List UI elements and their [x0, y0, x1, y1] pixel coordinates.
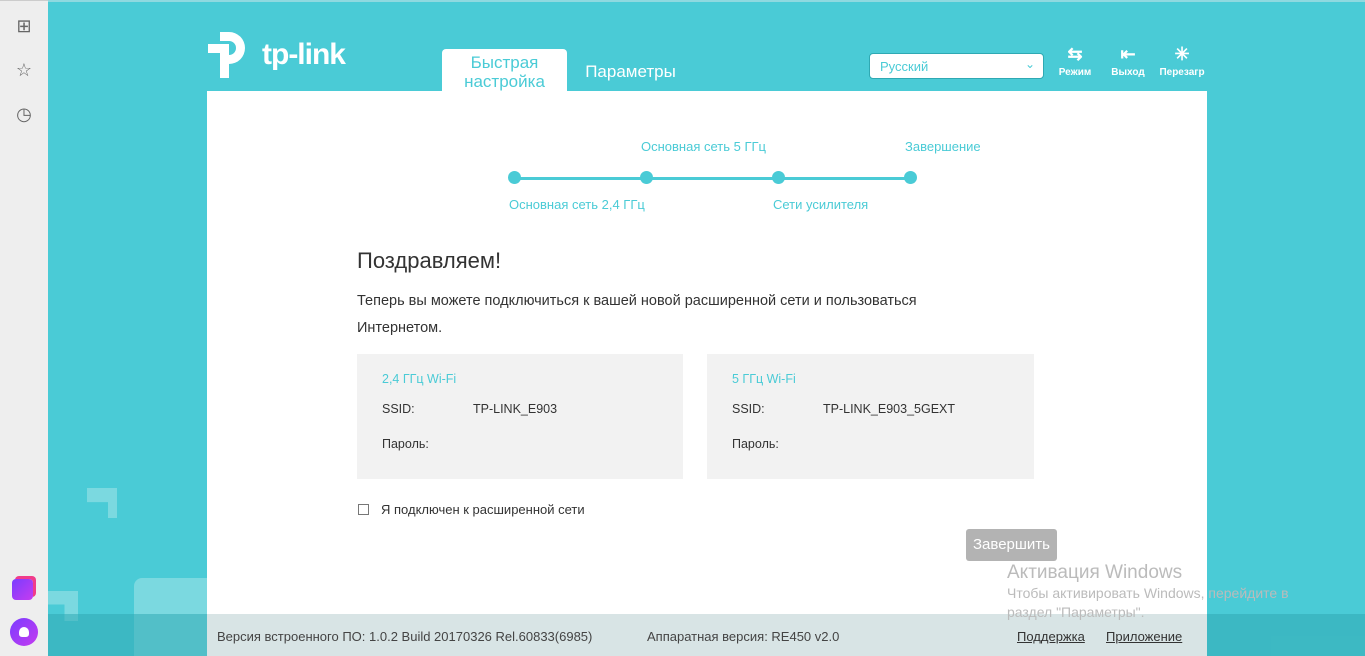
checkbox-label: Я подключен к расширенной сети	[381, 502, 585, 517]
ssid-label: SSID:	[382, 402, 415, 416]
checkbox-box[interactable]	[358, 504, 369, 515]
step-label: Завершение	[905, 139, 981, 154]
card-title: 5 ГГц Wi-Fi	[732, 372, 796, 386]
ssid-label: SSID:	[732, 402, 765, 416]
apps-grid-icon[interactable]: ⊞	[13, 15, 35, 37]
connected-checkbox[interactable]: Я подключен к расширенной сети	[358, 502, 585, 517]
logout-button[interactable]: ⇤ Выход	[1103, 43, 1153, 78]
logo-text: tp-link	[262, 38, 346, 71]
top-border	[48, 0, 1365, 2]
progress-line	[515, 177, 911, 180]
browser-sidebar: ⊞ ☆ ◷	[0, 0, 48, 656]
main-panel: Основная сеть 2,4 ГГц Основная сеть 5 ГГ…	[207, 91, 1207, 656]
ssid-value: TP-LINK_E903_5GEXT	[823, 402, 956, 416]
reboot-label: Перезагр	[1159, 67, 1205, 78]
tab-quick-setup[interactable]: Быстрая настройка	[442, 49, 567, 91]
firmware-version: Версия встроенного ПО: 1.0.2 Build 20170…	[217, 629, 593, 644]
step-dot	[508, 171, 521, 184]
card-title: 2,4 ГГц Wi-Fi	[382, 372, 457, 386]
page-title: Поздравляем!	[357, 248, 502, 273]
step-dot	[904, 171, 917, 184]
logout-icon: ⇤	[1120, 44, 1136, 64]
step-label: Основная сеть 2,4 ГГц	[509, 197, 645, 212]
password-label: Пароль:	[732, 437, 779, 451]
hardware-version: Аппаратная версия: RE450 v2.0	[647, 629, 840, 644]
reboot-button[interactable]: ✳ Перезагр	[1157, 43, 1207, 78]
reboot-icon: ✳	[1174, 44, 1190, 64]
step-label: Основная сеть 5 ГГц	[641, 139, 766, 154]
ssid-value: TP-LINK_E903	[473, 402, 558, 416]
tp-link-logo: tp-link	[206, 30, 346, 80]
language-value: Русский	[880, 59, 929, 74]
alice-assistant-icon[interactable]	[10, 618, 38, 646]
chevron-down-icon: ⌄	[1024, 57, 1035, 71]
alice-app-icon[interactable]	[12, 579, 33, 600]
support-link[interactable]: Поддержка	[1017, 629, 1085, 644]
history-clock-icon[interactable]: ◷	[13, 103, 35, 125]
description: Теперь вы можете подключиться к вашей но…	[357, 293, 917, 336]
app-link[interactable]: Приложение	[1106, 629, 1182, 644]
finish-button[interactable]: Завершить	[966, 529, 1057, 561]
decoration	[87, 488, 117, 518]
wifi-24-card: 2,4 ГГц Wi-Fi SSID: TP-LINK_E903 Пароль:	[357, 354, 683, 479]
password-label: Пароль:	[382, 437, 429, 451]
footer: Версия встроенного ПО: 1.0.2 Build 20170…	[207, 614, 1207, 656]
tab-settings[interactable]: Параметры	[573, 49, 688, 91]
logout-label: Выход	[1111, 67, 1145, 78]
star-icon[interactable]: ☆	[13, 59, 35, 81]
step-label: Сети усилителя	[773, 197, 869, 212]
tp-link-logo-icon	[208, 32, 245, 78]
wifi-5-card: 5 ГГц Wi-Fi SSID: TP-LINK_E903_5GEXT Паро…	[707, 354, 1034, 479]
mode-switch-icon: ⇆	[1067, 44, 1083, 64]
step-dot	[772, 171, 785, 184]
language-select[interactable]: Русский ⌄	[869, 53, 1044, 79]
step-dot	[640, 171, 653, 184]
mode-button[interactable]: ⇆ Режим	[1050, 43, 1100, 78]
mode-label: Режим	[1058, 67, 1092, 78]
